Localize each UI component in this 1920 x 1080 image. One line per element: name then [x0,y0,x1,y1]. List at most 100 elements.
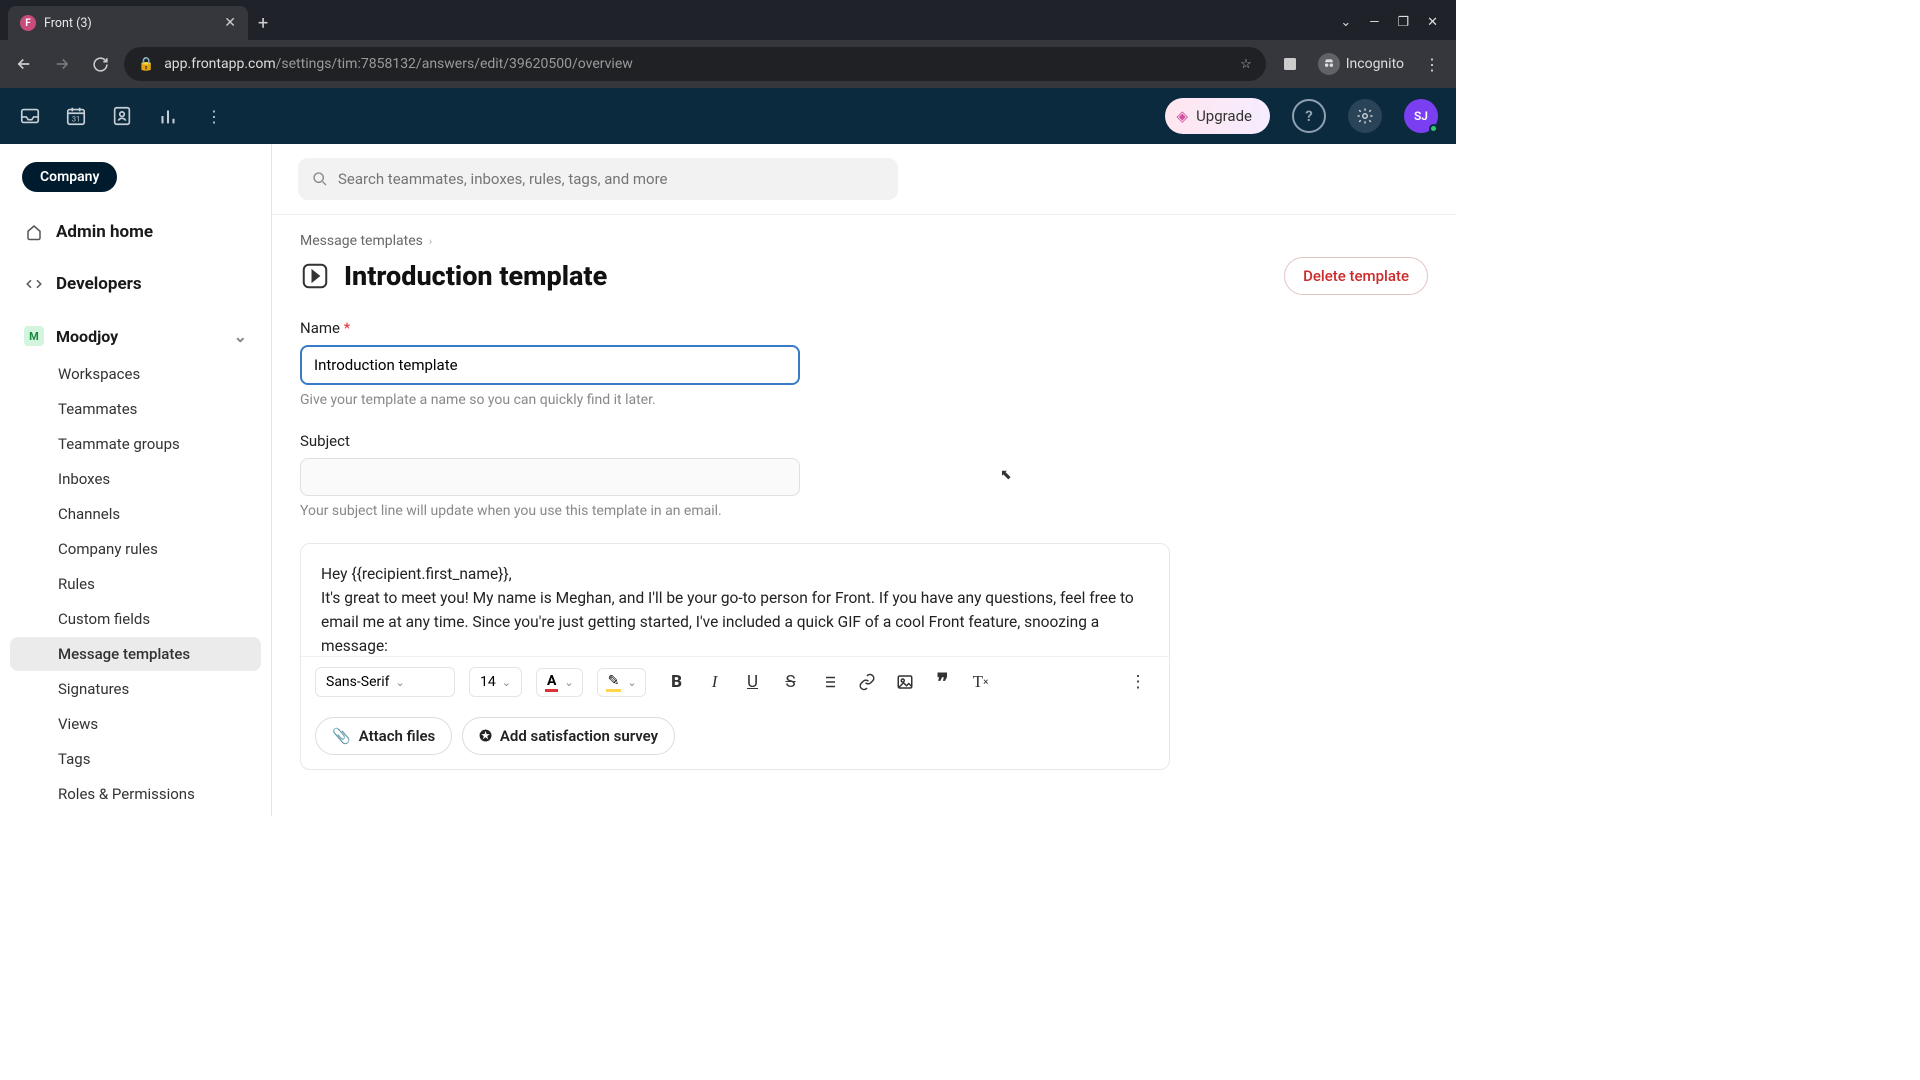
content-area: Message templates › Introduction templat… [272,214,1456,816]
search-input[interactable] [338,170,884,188]
browser-tab-strip: F Front (3) ✕ + ⌄ — ❐ ✕ [0,0,1456,40]
chevron-right-icon: › [429,235,432,248]
subject-hint: Your subject line will update when you u… [300,503,800,519]
maximize-icon[interactable]: ❐ [1397,15,1409,30]
sidebar-item-teammate-groups[interactable]: Teammate groups [10,427,261,461]
more-icon[interactable]: ⋮ [202,104,226,128]
minimize-icon[interactable]: — [1369,15,1379,30]
highlight-button[interactable]: ✎⌄ [597,668,646,697]
home-icon [24,223,44,241]
help-button[interactable]: ? [1292,99,1326,133]
reload-button[interactable] [86,50,114,78]
developers-link[interactable]: Developers [10,264,261,304]
extensions-icon[interactable] [1276,50,1304,78]
address-bar[interactable]: 🔒 app.frontapp.com/settings/tim:7858132/… [124,47,1266,81]
calendar-icon[interactable]: 31 [64,104,88,128]
bold-button[interactable]: B [660,665,694,699]
url-text: app.frontapp.com/settings/tim:7858132/an… [164,56,1230,72]
strikethrough-button[interactable]: S [774,665,808,699]
editor-toolbar: Sans-Serif⌄ 14⌄ A⌄ ✎⌄ B I U S ❞ T [301,656,1169,707]
sidebar-item-teammates[interactable]: Teammates [10,392,261,426]
scope-personal[interactable]: Personal [113,162,208,192]
underline-button[interactable]: U [736,665,770,699]
new-tab-button[interactable]: + [248,6,278,40]
search-row [272,144,1456,214]
browser-tab[interactable]: F Front (3) ✕ [8,6,248,40]
bookmark-icon[interactable]: ☆ [1240,57,1252,72]
forward-button[interactable] [48,50,76,78]
user-avatar[interactable]: SJ [1404,99,1438,133]
survey-icon: ✪ [479,727,492,745]
back-button[interactable] [10,50,38,78]
cursor-icon: ⬉ [1000,467,1012,483]
sidebar-item-tags[interactable]: Tags [10,742,261,776]
tab-favicon: F [20,15,36,31]
team-badge: M [24,326,44,346]
sidebar-item-custom-fields[interactable]: Custom fields [10,602,261,636]
team-name: Moodjoy [56,327,118,346]
code-icon [24,275,44,293]
admin-home-link[interactable]: Admin home [10,212,261,252]
scope-company[interactable]: Company [22,162,117,192]
page-title: Introduction template [344,260,1270,292]
browser-toolbar: 🔒 app.frontapp.com/settings/tim:7858132/… [0,40,1456,88]
app-header: 31 ⋮ ◈ Upgrade ? SJ [0,88,1456,144]
incognito-badge: Incognito [1318,53,1404,75]
contacts-icon[interactable] [110,104,134,128]
sidebar-item-channels[interactable]: Channels [10,497,261,531]
breadcrumb: Message templates › [300,215,1428,257]
presence-dot [1429,124,1438,133]
search-box[interactable] [298,158,898,200]
template-icon [300,261,330,291]
gem-icon: ◈ [1177,107,1189,125]
clear-format-button[interactable]: T× [964,665,998,699]
delete-template-button[interactable]: Delete template [1284,257,1428,295]
tab-close-icon[interactable]: ✕ [224,15,236,31]
text-color-button[interactable]: A⌄ [536,668,583,697]
tabs-dropdown-icon[interactable]: ⌄ [1340,15,1351,30]
sidebar-item-workspaces[interactable]: Workspaces [10,357,261,391]
settings-button[interactable] [1348,99,1382,133]
paperclip-icon: 📎 [332,727,351,745]
name-input[interactable] [300,345,800,385]
list-button[interactable] [812,665,846,699]
link-button[interactable] [850,665,884,699]
sidebar-item-views[interactable]: Views [10,707,261,741]
search-icon [312,171,328,187]
admin-home-label: Admin home [56,222,153,242]
name-hint: Give your template a name so you can qui… [300,392,800,408]
analytics-icon[interactable] [156,104,180,128]
editor-content[interactable]: Hey {{recipient.first_name}}, It's great… [301,544,1169,656]
image-button[interactable] [888,665,922,699]
incognito-icon [1318,53,1340,75]
close-window-icon[interactable]: ✕ [1427,15,1438,30]
sidebar-item-message-templates[interactable]: Message templates [10,637,261,671]
incognito-label: Incognito [1346,56,1404,72]
editor-box: Hey {{recipient.first_name}}, It's great… [300,543,1170,770]
quote-button[interactable]: ❞ [926,665,960,699]
lock-icon: 🔒 [138,57,154,72]
breadcrumb-root[interactable]: Message templates [300,233,423,249]
attach-files-button[interactable]: 📎Attach files [315,717,452,755]
sidebar-item-signatures[interactable]: Signatures [10,672,261,706]
scope-toggle: Company Personal [0,144,271,206]
font-family-select[interactable]: Sans-Serif⌄ [315,667,455,697]
sidebar-item-inboxes[interactable]: Inboxes [10,462,261,496]
browser-menu-icon[interactable]: ⋮ [1418,55,1446,74]
sidebar-item-roles-permissions[interactable]: Roles & Permissions [10,777,261,811]
developers-label: Developers [56,274,142,294]
subject-input[interactable] [300,458,800,496]
italic-button[interactable]: I [698,665,732,699]
sidebar-item-rules[interactable]: Rules [10,567,261,601]
upgrade-button[interactable]: ◈ Upgrade [1165,98,1270,134]
toolbar-more-icon[interactable]: ⋮ [1121,665,1155,699]
sidebar-item-company-rules[interactable]: Company rules [10,532,261,566]
window-controls: ⌄ — ❐ ✕ [1340,15,1448,40]
inbox-icon[interactable] [18,104,42,128]
subject-label: Subject [300,432,800,450]
font-size-select[interactable]: 14⌄ [469,667,522,697]
add-survey-button[interactable]: ✪Add satisfaction survey [462,717,675,755]
upgrade-label: Upgrade [1196,107,1252,125]
chevron-down-icon: ⌄ [234,327,247,346]
team-toggle[interactable]: M Moodjoy ⌄ [10,316,261,356]
